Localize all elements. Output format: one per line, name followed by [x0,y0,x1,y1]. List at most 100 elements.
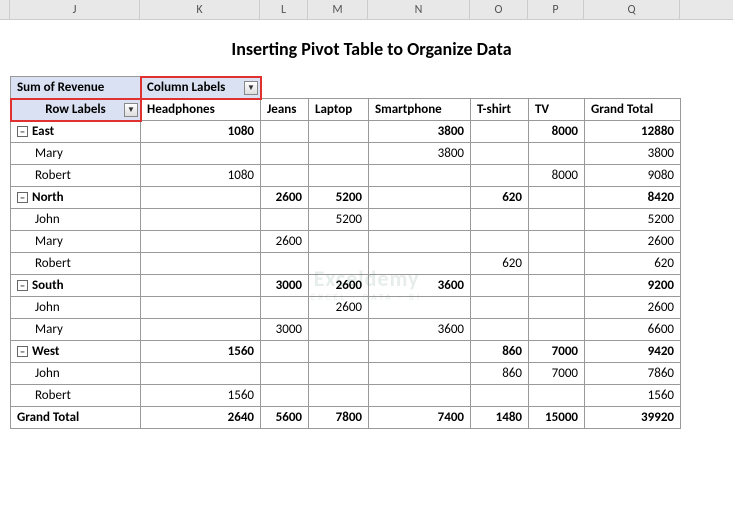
data-cell [529,275,585,297]
row-labels-dropdown-icon[interactable]: ▼ [124,103,138,117]
region-label[interactable]: −South [11,275,141,297]
region-label[interactable]: −East [11,121,141,143]
data-cell [471,209,529,231]
data-cell [471,165,529,187]
col-header-laptop[interactable]: Laptop [309,99,369,121]
person-row: John26002600 [11,297,681,319]
data-cell: 5200 [309,187,369,209]
data-cell [141,363,261,385]
region-label[interactable]: −West [11,341,141,363]
row-label-text: North [32,190,64,205]
data-cell: 8420 [585,187,681,209]
person-row: John86070007860 [11,363,681,385]
data-cell [471,121,529,143]
data-cell: 9420 [585,341,681,363]
data-cell [309,121,369,143]
col-header-N[interactable]: N [368,0,470,19]
row-label-text: John [35,212,60,227]
data-cell: 3800 [585,143,681,165]
data-cell: 9200 [585,275,681,297]
grand-total-row: Grand Total 2640 5600 7800 7400 1480 150… [11,407,681,429]
data-cell [141,187,261,209]
col-header-O[interactable]: O [470,0,528,19]
col-header-grandtotal[interactable]: Grand Total [585,99,681,121]
col-header-I[interactable] [0,0,10,19]
data-cell [471,385,529,407]
person-row: Robert108080009080 [11,165,681,187]
row-label-text: South [32,278,64,293]
collapse-icon[interactable]: − [17,126,28,137]
data-cell [369,209,471,231]
pivot-corner-cell: Sum of Revenue [11,77,141,99]
data-cell: 3000 [261,275,309,297]
row-label-text: East [32,124,54,139]
grand-total-label: Grand Total [11,407,141,429]
data-cell: 3000 [261,319,309,341]
col-header-K[interactable]: K [140,0,260,19]
data-cell [471,275,529,297]
data-cell [369,187,471,209]
data-cell [261,143,309,165]
data-cell [471,319,529,341]
data-cell [261,121,309,143]
col-header-jeans[interactable]: Jeans [261,99,309,121]
person-label: Robert [11,253,141,275]
region-label[interactable]: −North [11,187,141,209]
data-cell [369,363,471,385]
data-cell [309,363,369,385]
data-cell: 12880 [585,121,681,143]
data-cell [369,231,471,253]
row-label-text: Mary [35,234,63,249]
col-header-tv[interactable]: TV [529,99,585,121]
row-labels-text: Row Labels [45,102,106,117]
data-cell [369,385,471,407]
data-cell [141,319,261,341]
col-header-J[interactable]: J [10,0,140,19]
region-row: −West156086070009420 [11,341,681,363]
person-label: Mary [11,319,141,341]
data-cell: 3600 [369,319,471,341]
person-row: Robert620620 [11,253,681,275]
person-label: Mary [11,143,141,165]
data-cell: 9080 [585,165,681,187]
col-header-headphones[interactable]: Headphones [141,99,261,121]
data-cell [141,143,261,165]
data-cell: 860 [471,341,529,363]
gt-total: 39920 [585,407,681,429]
collapse-icon[interactable]: − [17,280,28,291]
data-cell [309,319,369,341]
col-header-P[interactable]: P [528,0,584,19]
col-header-L[interactable]: L [260,0,308,19]
row-label-text: West [32,344,59,359]
col-header-smartphone[interactable]: Smartphone [369,99,471,121]
data-cell [141,275,261,297]
gt-smartphone: 7400 [369,407,471,429]
data-cell [261,209,309,231]
column-labels-dropdown-icon[interactable]: ▼ [244,81,258,95]
person-label: Mary [11,231,141,253]
data-cell [141,253,261,275]
collapse-icon[interactable]: − [17,346,28,357]
data-cell [261,253,309,275]
pivot-header-row: Row Labels ▼ Headphones Jeans Laptop Sma… [11,99,681,121]
person-row: Robert15601560 [11,385,681,407]
data-cell [529,143,585,165]
person-label: John [11,297,141,319]
data-cell [471,297,529,319]
col-header-M[interactable]: M [308,0,368,19]
row-labels-cell[interactable]: Row Labels ▼ [11,99,141,121]
gt-headphones: 2640 [141,407,261,429]
data-cell [369,341,471,363]
data-cell [471,143,529,165]
data-cell: 1560 [141,341,261,363]
data-cell: 620 [471,187,529,209]
data-cell [261,363,309,385]
column-labels-cell[interactable]: Column Labels ▼ [141,77,261,99]
col-header-tshirt[interactable]: T-shirt [471,99,529,121]
data-cell: 8000 [529,121,585,143]
row-label-text: Robert [35,256,71,271]
collapse-icon[interactable]: − [17,192,28,203]
data-cell [141,209,261,231]
col-header-Q[interactable]: Q [584,0,680,19]
data-cell [529,297,585,319]
